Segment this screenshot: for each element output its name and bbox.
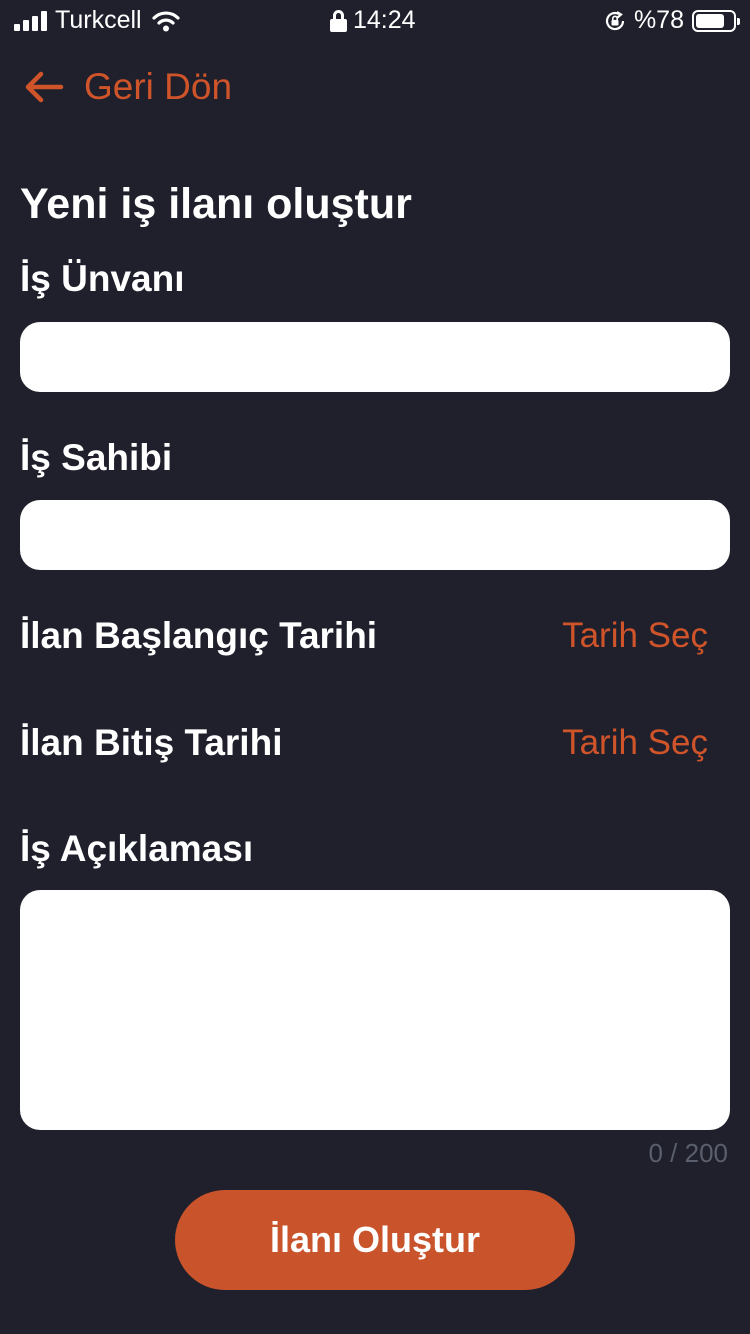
job-title-input[interactable]	[20, 322, 730, 392]
wifi-icon	[151, 10, 180, 31]
description-textarea[interactable]	[20, 890, 730, 1130]
end-date-picker-button[interactable]: Tarih Seç	[562, 723, 708, 763]
battery-icon	[692, 9, 740, 32]
screen: Turkcell 14:24 %78 Geri Dön Yeni iş ilan…	[0, 0, 750, 1334]
carrier-name: Turkcell	[55, 6, 142, 34]
description-label: İş Açıklaması	[20, 828, 254, 869]
start-date-picker-button[interactable]: Tarih Seç	[562, 616, 708, 656]
back-button[interactable]: Geri Dön	[24, 66, 232, 108]
start-date-label: İlan Başlangıç Tarihi	[20, 615, 378, 656]
employer-label: İş Sahibi	[20, 437, 173, 478]
create-listing-label: İlanı Oluştur	[269, 1219, 481, 1260]
status-bar: Turkcell 14:24 %78	[0, 0, 750, 40]
status-left: Turkcell	[14, 6, 180, 35]
status-right: %78	[604, 6, 740, 35]
rotation-lock-icon	[605, 10, 625, 30]
character-counter: 0 / 200	[648, 1138, 728, 1168]
back-label: Geri Dön	[84, 66, 233, 107]
status-center: 14:24	[330, 6, 416, 35]
job-title-label: İş Ünvanı	[20, 258, 185, 299]
employer-input[interactable]	[20, 500, 730, 570]
end-date-label: İlan Bitiş Tarihi	[20, 722, 283, 763]
signal-icon	[14, 10, 47, 31]
status-time: 14:24	[353, 6, 416, 34]
create-listing-button[interactable]: İlanı Oluştur	[175, 1190, 575, 1290]
lock-icon	[330, 9, 347, 32]
battery-percent: %78	[633, 6, 684, 34]
page-title: Yeni iş ilanı oluştur	[20, 180, 412, 228]
arrow-left-icon	[25, 71, 64, 103]
